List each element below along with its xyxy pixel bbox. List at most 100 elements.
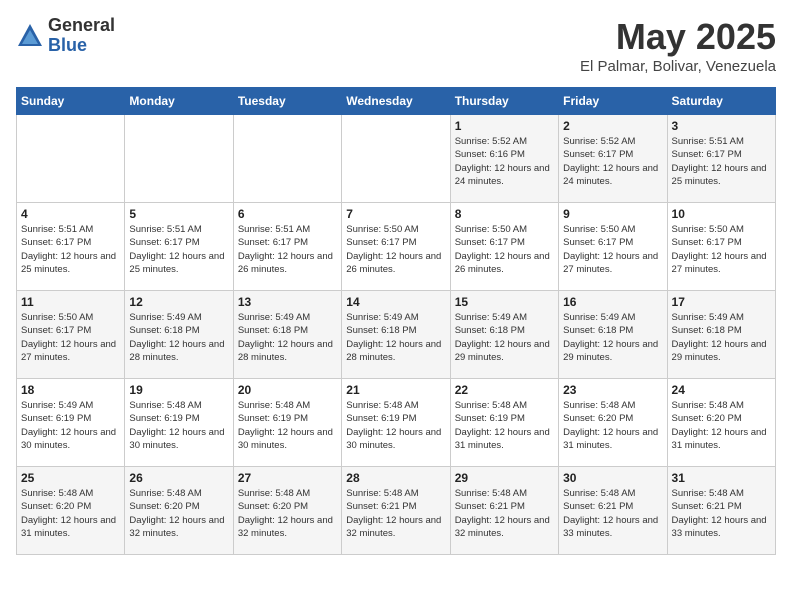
day-detail: Sunrise: 5:48 AM Sunset: 6:21 PM Dayligh… <box>455 487 554 540</box>
day-detail: Sunrise: 5:49 AM Sunset: 6:18 PM Dayligh… <box>346 311 445 364</box>
weekday-row: SundayMondayTuesdayWednesdayThursdayFrid… <box>17 88 776 115</box>
logo-icon <box>16 22 44 50</box>
day-detail: Sunrise: 5:49 AM Sunset: 6:19 PM Dayligh… <box>21 399 120 452</box>
day-number: 1 <box>455 119 554 133</box>
calendar-day-cell: 5 Sunrise: 5:51 AM Sunset: 6:17 PM Daylig… <box>125 203 233 291</box>
day-number: 16 <box>563 295 662 309</box>
day-number: 10 <box>672 207 771 221</box>
calendar-day-cell: 21Sunrise: 5:48 AM Sunset: 6:19 PM Dayli… <box>342 379 450 467</box>
calendar-week-row: 1 Sunrise: 5:52 AM Sunset: 6:16 PM Daylig… <box>17 115 776 203</box>
weekday-header: Wednesday <box>342 88 450 115</box>
weekday-header: Saturday <box>667 88 775 115</box>
day-number: 14 <box>346 295 445 309</box>
calendar-day-cell: 9 Sunrise: 5:50 AM Sunset: 6:17 PM Daylig… <box>559 203 667 291</box>
calendar-day-cell: 24 Sunrise: 5:48 AM Sunset: 6:20 PM Dayli… <box>667 379 775 467</box>
day-number: 20 <box>238 383 337 397</box>
weekday-header: Tuesday <box>233 88 341 115</box>
calendar-day-cell: 18 Sunrise: 5:49 AM Sunset: 6:19 PM Dayli… <box>17 379 125 467</box>
day-detail: Sunrise: 5:48 AM Sunset: 6:20 PM Dayligh… <box>563 399 662 452</box>
calendar-day-cell: 20 Sunrise: 5:48 AM Sunset: 6:19 PM Dayli… <box>233 379 341 467</box>
day-detail: Sunrise: 5:48 AM Sunset: 6:19 PM Dayligh… <box>346 399 445 452</box>
calendar-day-cell: 13Sunrise: 5:49 AM Sunset: 6:18 PM Dayli… <box>233 291 341 379</box>
day-detail: Sunrise: 5:51 AM Sunset: 6:17 PM Dayligh… <box>238 223 337 276</box>
day-detail: Sunrise: 5:51 AM Sunset: 6:17 PM Dayligh… <box>672 135 771 188</box>
day-number: 3 <box>672 119 771 133</box>
weekday-header: Thursday <box>450 88 558 115</box>
location: El Palmar, Bolivar, Venezuela <box>580 58 776 75</box>
day-number: 31 <box>672 471 771 485</box>
day-number: 28 <box>346 471 445 485</box>
day-detail: Sunrise: 5:48 AM Sunset: 6:20 PM Dayligh… <box>672 399 771 452</box>
day-number: 9 <box>563 207 662 221</box>
day-number: 2 <box>563 119 662 133</box>
calendar-day-cell: 31 Sunrise: 5:48 AM Sunset: 6:21 PM Dayli… <box>667 467 775 555</box>
calendar-day-cell: 25 Sunrise: 5:48 AM Sunset: 6:20 PM Dayli… <box>17 467 125 555</box>
calendar-day-cell: 26 Sunrise: 5:48 AM Sunset: 6:20 PM Dayli… <box>125 467 233 555</box>
month-title: May 2025 <box>580 16 776 58</box>
calendar-day-cell: 19 Sunrise: 5:48 AM Sunset: 6:19 PM Dayli… <box>125 379 233 467</box>
day-detail: Sunrise: 5:48 AM Sunset: 6:20 PM Dayligh… <box>129 487 228 540</box>
day-number: 19 <box>129 383 228 397</box>
calendar-table: SundayMondayTuesdayWednesdayThursdayFrid… <box>16 87 776 555</box>
calendar-day-cell: 11 Sunrise: 5:50 AM Sunset: 6:17 PM Dayli… <box>17 291 125 379</box>
calendar-day-cell: 6Sunrise: 5:51 AM Sunset: 6:17 PM Daylig… <box>233 203 341 291</box>
day-number: 18 <box>21 383 120 397</box>
day-number: 24 <box>672 383 771 397</box>
day-detail: Sunrise: 5:50 AM Sunset: 6:17 PM Dayligh… <box>563 223 662 276</box>
day-detail: Sunrise: 5:48 AM Sunset: 6:19 PM Dayligh… <box>238 399 337 452</box>
calendar-week-row: 25 Sunrise: 5:48 AM Sunset: 6:20 PM Dayli… <box>17 467 776 555</box>
title-block: May 2025 El Palmar, Bolivar, Venezuela <box>580 16 776 75</box>
weekday-header: Sunday <box>17 88 125 115</box>
day-number: 5 <box>129 207 228 221</box>
calendar-day-cell: 23Sunrise: 5:48 AM Sunset: 6:20 PM Dayli… <box>559 379 667 467</box>
day-number: 26 <box>129 471 228 485</box>
day-detail: Sunrise: 5:52 AM Sunset: 6:16 PM Dayligh… <box>455 135 554 188</box>
day-detail: Sunrise: 5:51 AM Sunset: 6:17 PM Dayligh… <box>21 223 120 276</box>
calendar-week-row: 18 Sunrise: 5:49 AM Sunset: 6:19 PM Dayli… <box>17 379 776 467</box>
day-detail: Sunrise: 5:49 AM Sunset: 6:18 PM Dayligh… <box>455 311 554 364</box>
day-detail: Sunrise: 5:48 AM Sunset: 6:20 PM Dayligh… <box>238 487 337 540</box>
calendar-day-cell <box>17 115 125 203</box>
day-detail: Sunrise: 5:52 AM Sunset: 6:17 PM Dayligh… <box>563 135 662 188</box>
day-detail: Sunrise: 5:48 AM Sunset: 6:20 PM Dayligh… <box>21 487 120 540</box>
day-number: 7 <box>346 207 445 221</box>
day-number: 25 <box>21 471 120 485</box>
day-detail: Sunrise: 5:48 AM Sunset: 6:21 PM Dayligh… <box>563 487 662 540</box>
calendar-day-cell: 12Sunrise: 5:49 AM Sunset: 6:18 PM Dayli… <box>125 291 233 379</box>
calendar-day-cell: 22 Sunrise: 5:48 AM Sunset: 6:19 PM Dayli… <box>450 379 558 467</box>
calendar-day-cell: 4 Sunrise: 5:51 AM Sunset: 6:17 PM Daylig… <box>17 203 125 291</box>
day-detail: Sunrise: 5:51 AM Sunset: 6:17 PM Dayligh… <box>129 223 228 276</box>
day-detail: Sunrise: 5:50 AM Sunset: 6:17 PM Dayligh… <box>21 311 120 364</box>
day-detail: Sunrise: 5:49 AM Sunset: 6:18 PM Dayligh… <box>563 311 662 364</box>
day-detail: Sunrise: 5:48 AM Sunset: 6:21 PM Dayligh… <box>346 487 445 540</box>
calendar-header: SundayMondayTuesdayWednesdayThursdayFrid… <box>17 88 776 115</box>
weekday-header: Friday <box>559 88 667 115</box>
day-detail: Sunrise: 5:48 AM Sunset: 6:19 PM Dayligh… <box>129 399 228 452</box>
day-number: 17 <box>672 295 771 309</box>
calendar-day-cell: 14 Sunrise: 5:49 AM Sunset: 6:18 PM Dayli… <box>342 291 450 379</box>
day-number: 4 <box>21 207 120 221</box>
calendar-day-cell: 28 Sunrise: 5:48 AM Sunset: 6:21 PM Dayli… <box>342 467 450 555</box>
day-detail: Sunrise: 5:50 AM Sunset: 6:17 PM Dayligh… <box>455 223 554 276</box>
day-number: 8 <box>455 207 554 221</box>
day-number: 11 <box>21 295 120 309</box>
day-detail: Sunrise: 5:50 AM Sunset: 6:17 PM Dayligh… <box>672 223 771 276</box>
day-detail: Sunrise: 5:50 AM Sunset: 6:17 PM Dayligh… <box>346 223 445 276</box>
day-detail: Sunrise: 5:48 AM Sunset: 6:19 PM Dayligh… <box>455 399 554 452</box>
calendar-day-cell: 3 Sunrise: 5:51 AM Sunset: 6:17 PM Daylig… <box>667 115 775 203</box>
weekday-header: Monday <box>125 88 233 115</box>
logo-blue: Blue <box>48 36 115 56</box>
logo: General Blue <box>16 16 115 56</box>
calendar-day-cell: 17 Sunrise: 5:49 AM Sunset: 6:18 PM Dayli… <box>667 291 775 379</box>
calendar-body: 1 Sunrise: 5:52 AM Sunset: 6:16 PM Daylig… <box>17 115 776 555</box>
day-number: 30 <box>563 471 662 485</box>
day-number: 15 <box>455 295 554 309</box>
calendar-week-row: 4 Sunrise: 5:51 AM Sunset: 6:17 PM Daylig… <box>17 203 776 291</box>
calendar-day-cell: 7 Sunrise: 5:50 AM Sunset: 6:17 PM Daylig… <box>342 203 450 291</box>
day-detail: Sunrise: 5:48 AM Sunset: 6:21 PM Dayligh… <box>672 487 771 540</box>
day-number: 13 <box>238 295 337 309</box>
calendar-day-cell: 30 Sunrise: 5:48 AM Sunset: 6:21 PM Dayli… <box>559 467 667 555</box>
day-detail: Sunrise: 5:49 AM Sunset: 6:18 PM Dayligh… <box>672 311 771 364</box>
day-number: 22 <box>455 383 554 397</box>
day-detail: Sunrise: 5:49 AM Sunset: 6:18 PM Dayligh… <box>129 311 228 364</box>
